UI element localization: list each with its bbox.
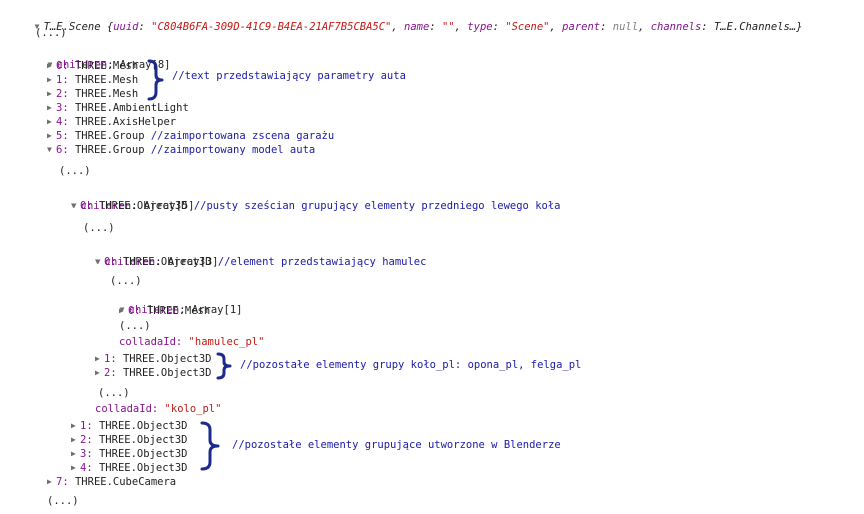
brace-annotation-icon: [216, 352, 232, 380]
tree-row-brake-mesh[interactable]: ▶ 0: THREE.Mesh: [119, 304, 210, 318]
ellipsis-brake[interactable]: (...): [110, 274, 142, 288]
expand-triangle-down-icon[interactable]: ▼: [47, 143, 56, 157]
tree-row-axis-helper[interactable]: ▶ 4: THREE.AxisHelper: [47, 115, 176, 129]
ellipsis-root[interactable]: (...): [35, 26, 67, 40]
tree-row-group-car[interactable]: ▼ 6: THREE.Group //zaimportowany model au…: [47, 143, 315, 157]
expand-triangle-right-icon[interactable]: ▶: [47, 87, 56, 101]
expand-triangle-right-icon[interactable]: ▶: [95, 366, 104, 380]
tree-row-wheel-group[interactable]: ▼ 0: THREE.Object3D //pusty sześcian grup…: [71, 199, 560, 213]
expand-triangle-right-icon[interactable]: ▶: [71, 419, 80, 433]
expand-triangle-right-icon[interactable]: ▶: [47, 59, 56, 73]
scene-header-text: T…E.Scene {uuid: "C804B6FA-309D-41C9-B4E…: [43, 21, 803, 33]
brace-annotation-icon: [200, 421, 220, 471]
brace-annotation-icon: [147, 59, 164, 101]
expand-triangle-right-icon[interactable]: ▶: [47, 73, 56, 87]
ellipsis-wheel-end[interactable]: (...): [98, 386, 130, 400]
tree-row-group-garage[interactable]: ▶ 5: THREE.Group //zaimportowana zscena g…: [47, 129, 334, 143]
tree-row-mesh-1[interactable]: ▶ 1: THREE.Mesh: [47, 73, 138, 87]
expand-triangle-right-icon[interactable]: ▶: [71, 461, 80, 475]
expand-triangle-down-icon[interactable]: ▼: [71, 199, 80, 213]
ellipsis-root-end[interactable]: (...): [47, 494, 79, 508]
tree-row-car-child-1[interactable]: ▶ 1: THREE.Object3D: [71, 419, 188, 433]
annotation-meshes: //text przedstawiający parametry auta: [172, 70, 406, 82]
tree-row-brake[interactable]: ▼ 0: THREE.Object3D //element przedstawia…: [95, 255, 426, 269]
tree-row-mesh-2[interactable]: ▶ 2: THREE.Mesh: [47, 87, 138, 101]
ellipsis-car[interactable]: (...): [59, 164, 91, 178]
tree-row-mesh-0[interactable]: ▶ 0: THREE.Mesh: [47, 59, 138, 73]
scene-header[interactable]: ▼ T…E.Scene {uuid: "C804B6FA-309D-41C9-B4…: [22, 6, 803, 33]
tree-row-wheel-child-1[interactable]: ▶ 1: THREE.Object3D: [95, 352, 212, 366]
brake-children-row[interactable]: ▼ children: Array[1]: [107, 289, 243, 316]
root-children-row[interactable]: ▼ children: Array[8]: [35, 44, 171, 71]
ellipsis-wheel[interactable]: (...): [83, 221, 115, 235]
annotation-car-rest: //pozostałe elementy grupujące utworzone…: [232, 439, 561, 451]
tree-row-car-child-2[interactable]: ▶ 2: THREE.Object3D: [71, 433, 188, 447]
tree-row-car-child-4[interactable]: ▶ 4: THREE.Object3D: [71, 461, 188, 475]
wheel-collada-row: colladaId: "kolo_pl": [95, 403, 222, 415]
expand-triangle-right-icon[interactable]: ▶: [71, 447, 80, 461]
expand-triangle-right-icon[interactable]: ▶: [95, 352, 104, 366]
tree-row-ambient-light[interactable]: ▶ 3: THREE.AmbientLight: [47, 101, 189, 115]
car-children-row[interactable]: ▼ children: Array[5]: [59, 185, 195, 212]
expand-triangle-right-icon[interactable]: ▶: [47, 129, 56, 143]
tree-row-wheel-child-2[interactable]: ▶ 2: THREE.Object3D: [95, 366, 212, 380]
ellipsis-brake-children[interactable]: (...): [119, 319, 151, 333]
expand-triangle-right-icon[interactable]: ▶: [119, 304, 128, 318]
expand-triangle-right-icon[interactable]: ▶: [47, 475, 56, 489]
expand-triangle-down-icon[interactable]: ▼: [95, 255, 104, 269]
annotation-wheel-rest: //pozostałe elementy grupy koło_pl: opon…: [240, 359, 582, 371]
brake-collada-row: colladaId: "hamulec_pl": [119, 336, 265, 348]
tree-row-cube-camera[interactable]: ▶ 7: THREE.CubeCamera: [47, 475, 176, 489]
expand-triangle-right-icon[interactable]: ▶: [47, 101, 56, 115]
tree-row-car-child-3[interactable]: ▶ 3: THREE.Object3D: [71, 447, 188, 461]
expand-triangle-right-icon[interactable]: ▶: [71, 433, 80, 447]
expand-triangle-right-icon[interactable]: ▶: [47, 115, 56, 129]
wheel-children-row[interactable]: ▼ children: Array[3]: [83, 241, 219, 268]
